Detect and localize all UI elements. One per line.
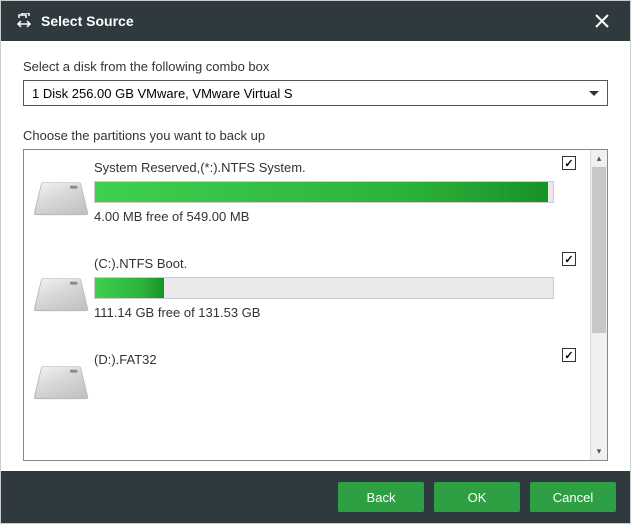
scroll-thumb[interactable] bbox=[592, 167, 606, 333]
usage-fill bbox=[95, 278, 164, 298]
back-button[interactable]: Back bbox=[338, 482, 424, 512]
ok-button[interactable]: OK bbox=[434, 482, 520, 512]
scroll-up-arrow[interactable]: ▴ bbox=[591, 150, 607, 167]
scroll-down-arrow[interactable]: ▾ bbox=[591, 443, 607, 460]
scrollbar[interactable]: ▴ ▾ bbox=[590, 150, 607, 460]
disk-combo-value: 1 Disk 256.00 GB VMware, VMware Virtual … bbox=[32, 86, 293, 101]
usage-fill bbox=[95, 182, 548, 202]
partition-listbox: ✓ System Reserved,(*:).NTFS System. 4.00… bbox=[23, 149, 608, 461]
usage-bar bbox=[94, 181, 554, 203]
partition-checkbox[interactable]: ✓ bbox=[562, 156, 576, 170]
partition-info: (D:).FAT32 bbox=[94, 352, 576, 398]
close-button[interactable] bbox=[588, 7, 616, 35]
partition-checkbox[interactable]: ✓ bbox=[562, 348, 576, 362]
partition-list: ✓ System Reserved,(*:).NTFS System. 4.00… bbox=[24, 150, 590, 460]
app-icon bbox=[15, 12, 33, 30]
disk-combo[interactable]: 1 Disk 256.00 GB VMware, VMware Virtual … bbox=[23, 80, 608, 106]
partition-title: (C:).NTFS Boot. bbox=[94, 256, 554, 271]
window-title: Select Source bbox=[41, 13, 134, 29]
partition-info: (C:).NTFS Boot. 111.14 GB free of 131.53… bbox=[94, 256, 576, 320]
partition-item[interactable]: ✓ (C:).NTFS Boot. 111.14 GB free of 131.… bbox=[38, 256, 576, 320]
disk-icon bbox=[33, 182, 88, 215]
partition-title: System Reserved,(*:).NTFS System. bbox=[94, 160, 554, 175]
disk-icon bbox=[33, 278, 88, 311]
partition-info: System Reserved,(*:).NTFS System. 4.00 M… bbox=[94, 160, 576, 224]
partition-item[interactable]: ✓ (D:).FAT32 bbox=[38, 352, 576, 398]
partition-select-label: Choose the partitions you want to back u… bbox=[23, 128, 608, 143]
scroll-track[interactable] bbox=[591, 167, 607, 443]
titlebar: Select Source bbox=[1, 1, 630, 41]
partition-title: (D:).FAT32 bbox=[94, 352, 554, 367]
disk-select-label: Select a disk from the following combo b… bbox=[23, 59, 608, 74]
cancel-button[interactable]: Cancel bbox=[530, 482, 616, 512]
usage-bar bbox=[94, 277, 554, 299]
footer: Back OK Cancel bbox=[1, 471, 630, 523]
partition-checkbox[interactable]: ✓ bbox=[562, 252, 576, 266]
partition-item[interactable]: ✓ System Reserved,(*:).NTFS System. 4.00… bbox=[38, 160, 576, 224]
disk-icon bbox=[33, 366, 88, 399]
partition-free: 111.14 GB free of 131.53 GB bbox=[94, 305, 554, 320]
content-area: Select a disk from the following combo b… bbox=[1, 41, 630, 471]
partition-free: 4.00 MB free of 549.00 MB bbox=[94, 209, 554, 224]
chevron-down-icon bbox=[589, 91, 599, 96]
